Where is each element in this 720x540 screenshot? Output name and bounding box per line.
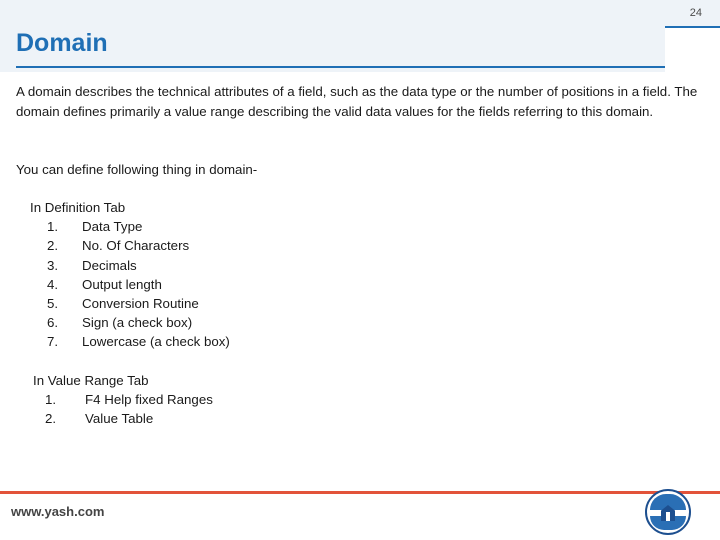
list-item: 2. Value Table [33, 409, 213, 428]
list-item: 7. Lowercase (a check box) [30, 332, 230, 351]
list-item-number: 2. [45, 411, 57, 427]
section-definition-tab: In Definition Tab 1. Data Type 2. No. Of C… [30, 198, 230, 352]
list-item-number: 5. [47, 295, 59, 311]
list-item-label: Sign (a check box) [82, 315, 193, 331]
list-item: 2. No. Of Characters [30, 236, 230, 255]
list-item: 5. Conversion Routine [30, 294, 230, 313]
list-item-label: Value Table [85, 411, 154, 427]
intro-paragraph: A domain describes the technical attribu… [16, 84, 698, 119]
list-item: 1. F4 Help fixed Ranges [33, 390, 213, 409]
list-item-label: Lowercase (a check box) [82, 334, 230, 350]
list-item: 6. Sign (a check box) [30, 313, 230, 332]
subheading-line: You can define following thing in domain… [16, 162, 258, 177]
list-item-number: 2. [47, 238, 59, 254]
footer-website-url[interactable]: www.yash.com [11, 503, 104, 520]
list-item-label: Output length [82, 276, 162, 292]
logo-inner-slot [666, 512, 670, 521]
list-item-label: Decimals [82, 257, 137, 273]
list-item-number: 3. [47, 257, 59, 273]
list-item-label: No. Of Characters [82, 238, 190, 254]
slide-number: 24 [689, 7, 702, 19]
title-underline [16, 66, 665, 68]
list-item-number: 1. [45, 392, 57, 408]
list-item-label: Data Type [82, 219, 143, 235]
yash-logo [645, 489, 695, 535]
list-item-number: 6. [47, 315, 59, 331]
list-item-label: Conversion Routine [82, 295, 199, 311]
list-item-number: 1. [47, 219, 59, 235]
footer-band [0, 494, 720, 540]
value-range-tab-list: 1. F4 Help fixed Ranges 2. Value Table [33, 390, 213, 428]
list-item: 1. Data Type [30, 217, 230, 236]
list-item-label: F4 Help fixed Ranges [85, 392, 213, 408]
list-item: 4. Output length [30, 275, 230, 294]
list-item-number: 7. [47, 334, 59, 350]
section-definition-heading: In Definition Tab [30, 200, 126, 215]
page-title: Domain [16, 29, 108, 57]
section-value-range-tab: In Value Range Tab 1. F4 Help fixed Range… [33, 371, 213, 429]
definition-tab-list: 1. Data Type 2. No. Of Characters 3. Decima… [30, 217, 230, 351]
list-item-number: 4. [47, 276, 59, 292]
list-item: 3. Decimals [30, 256, 230, 275]
logo-circle [645, 489, 691, 535]
section-value-range-heading: In Value Range Tab [33, 373, 149, 388]
